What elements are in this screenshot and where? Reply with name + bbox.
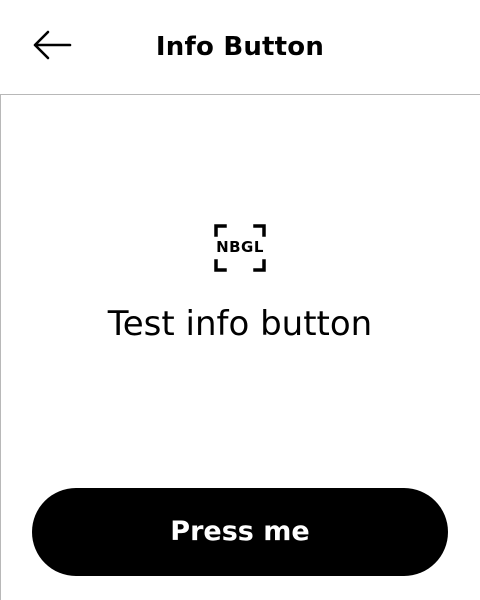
info-content: NBGL Test info button [0, 96, 480, 466]
press-me-button[interactable]: Press me [32, 488, 448, 576]
header-bar: Info Button [0, 0, 480, 95]
arrow-left-icon [32, 30, 72, 64]
press-me-label: Press me [170, 516, 310, 547]
page-title: Info Button [155, 32, 325, 62]
back-button[interactable] [18, 18, 86, 76]
logo-text: NBGL [216, 238, 264, 256]
nbgl-logo-icon: NBGL [212, 222, 268, 274]
info-message: Test info button [107, 304, 373, 344]
